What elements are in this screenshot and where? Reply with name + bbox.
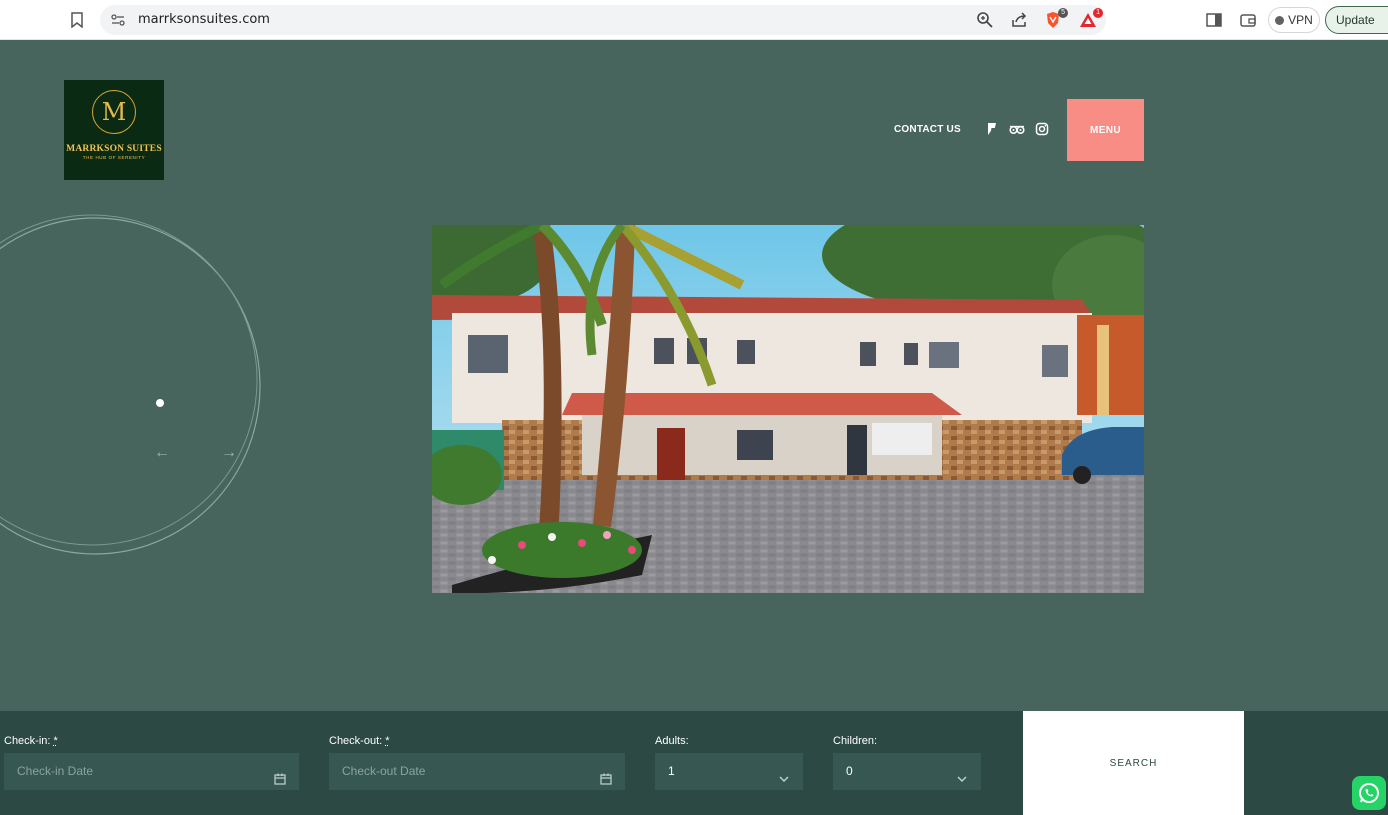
url-text[interactable]: marrksonsuites.com [138, 12, 270, 27]
tripadvisor-icon[interactable] [1009, 122, 1025, 136]
brave-rewards-icon[interactable]: 1 [1079, 11, 1097, 29]
logo-monogram: M [92, 90, 136, 134]
children-value: 0 [846, 764, 853, 778]
zoom-icon[interactable] [976, 11, 994, 29]
vpn-label: VPN [1288, 13, 1313, 27]
foursquare-icon[interactable] [985, 122, 999, 136]
checkout-placeholder: Check-out Date [342, 764, 425, 778]
search-button[interactable]: SEARCH [1023, 711, 1244, 815]
site-settings-icon[interactable] [110, 12, 126, 28]
instagram-icon[interactable] [1035, 122, 1049, 136]
site-logo[interactable]: M MARRKSON SUITES THE HUB OF SERENITY [64, 80, 164, 180]
brave-shields-icon[interactable]: 5 [1044, 11, 1062, 29]
vpn-button[interactable]: VPN [1268, 7, 1320, 33]
share-icon[interactable] [1010, 11, 1028, 29]
decorative-circles [0, 200, 280, 570]
adults-select[interactable]: 1 [655, 753, 803, 790]
browser-toolbar: marrksonsuites.com 5 1 VPN Update [0, 0, 1388, 40]
children-select[interactable]: 0 [833, 753, 981, 790]
vpn-status-icon [1275, 16, 1284, 25]
adults-value: 1 [668, 764, 675, 778]
slider-next-arrow[interactable]: → [218, 443, 240, 463]
calendar-icon[interactable] [273, 764, 287, 778]
calendar-icon[interactable] [599, 764, 613, 778]
whatsapp-icon[interactable] [1352, 776, 1386, 810]
hero-image [432, 225, 1144, 593]
chevron-down-icon[interactable] [955, 764, 969, 778]
checkout-date-input[interactable]: Check-out Date [329, 753, 625, 790]
checkout-label: Check-out: * [329, 735, 390, 747]
shields-badge: 5 [1058, 8, 1068, 18]
contact-us-link[interactable]: CONTACT US [894, 124, 961, 135]
wallet-icon[interactable] [1238, 10, 1258, 30]
slider-prev-arrow[interactable]: ← [151, 443, 173, 463]
address-bar[interactable]: marrksonsuites.com 5 1 [100, 5, 1106, 35]
logo-tagline: THE HUB OF SERENITY [83, 155, 145, 160]
adults-label: Adults: [655, 735, 689, 747]
update-button[interactable]: Update [1325, 6, 1388, 34]
slider-dot[interactable] [156, 399, 164, 407]
menu-button[interactable]: MENU [1067, 99, 1144, 161]
checkin-label: Check-in: * [4, 735, 58, 747]
children-label: Children: [833, 735, 877, 747]
chevron-down-icon[interactable] [777, 764, 791, 778]
bookmark-icon[interactable] [68, 10, 86, 30]
checkin-date-input[interactable]: Check-in Date [4, 753, 299, 790]
checkin-placeholder: Check-in Date [17, 764, 93, 778]
sidebar-toggle-icon[interactable] [1204, 10, 1224, 30]
rewards-badge: 1 [1093, 8, 1103, 18]
logo-brand: MARRKSON SUITES [66, 144, 162, 154]
